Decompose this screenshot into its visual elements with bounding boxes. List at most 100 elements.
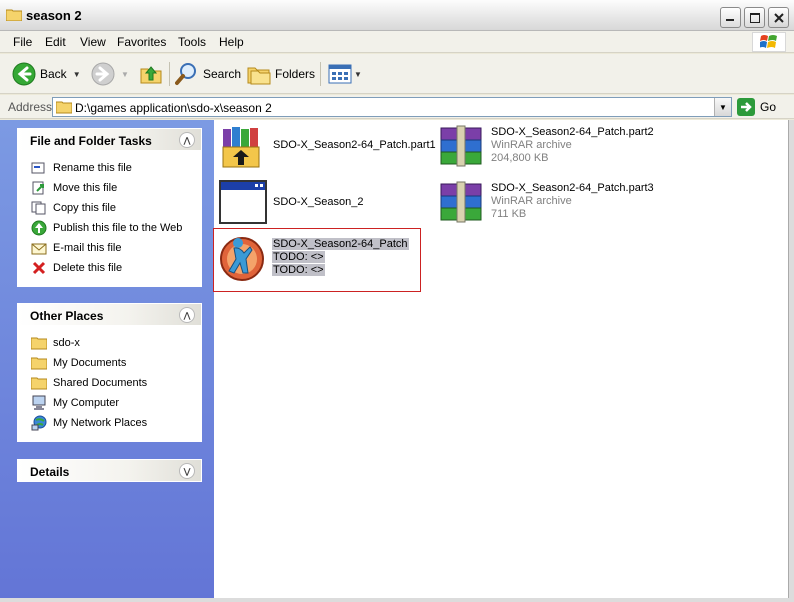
expand-icon[interactable]: ⋁	[179, 463, 195, 479]
menu-favorites[interactable]: Favorites	[117, 35, 166, 49]
details-header[interactable]: Details ⋁	[17, 459, 202, 482]
views-icon	[328, 64, 352, 84]
task-label: Publish this file to the Web	[53, 222, 183, 234]
file-size: 204,800 KB	[491, 152, 549, 164]
up-folder-button[interactable]	[140, 61, 162, 87]
winrar-icon	[440, 125, 482, 167]
menu-tools[interactable]: Tools	[178, 35, 206, 49]
panel-title: Other Places	[30, 309, 104, 323]
file-item[interactable]: SDO-X_Season2-64_Patch.part2 WinRAR arch…	[437, 124, 654, 172]
chevron-down-icon: ▼	[719, 102, 727, 112]
minimize-button[interactable]	[720, 7, 741, 28]
task-label: Copy this file	[53, 202, 116, 214]
views-dropdown-icon[interactable]: ▼	[354, 70, 362, 79]
search-icon	[175, 63, 196, 85]
title-bar: season 2	[0, 0, 794, 31]
windows-logo-icon	[752, 32, 786, 52]
places-list: sdo-x My Documents Shared Documents My C…	[17, 326, 202, 442]
place-sdo-x[interactable]: sdo-x	[30, 333, 201, 353]
folder-icon	[30, 335, 48, 351]
file-item-selected[interactable]: SDO-X_Season2-64_Patch TODO: <> TODO: <>	[218, 233, 409, 281]
place-my-computer[interactable]: My Computer	[30, 393, 201, 413]
tasks-list: Rename this file Move this file Copy thi…	[17, 151, 202, 287]
place-my-documents[interactable]: My Documents	[30, 353, 201, 373]
menu-view[interactable]: View	[80, 35, 106, 49]
place-label: sdo-x	[53, 337, 80, 349]
other-places-header[interactable]: Other Places ⋀	[17, 303, 202, 326]
place-shared-documents[interactable]: Shared Documents	[30, 373, 201, 393]
winrar-icon	[440, 181, 482, 223]
folder-icon	[56, 101, 72, 114]
file-description: TODO: <>	[272, 251, 325, 263]
back-button[interactable]: Back ▼	[12, 61, 81, 87]
place-label: Shared Documents	[53, 377, 148, 389]
file-type: WinRAR archive	[491, 195, 572, 207]
email-icon	[30, 240, 48, 256]
go-button[interactable]: Go	[737, 98, 776, 116]
up-folder-icon	[140, 66, 162, 84]
details-panel: Details ⋁	[17, 459, 202, 482]
task-label: Delete this file	[53, 262, 123, 274]
address-input[interactable]: D:\games application\sdo-x\season 2 ▼	[52, 97, 732, 117]
back-label: Back	[40, 67, 67, 81]
task-move[interactable]: Move this file	[30, 178, 201, 198]
menu-help[interactable]: Help	[219, 35, 244, 49]
menu-edit[interactable]: Edit	[45, 35, 66, 49]
toolbar: Back ▼ ▼ Search Folders ▼	[0, 54, 794, 94]
forward-dropdown-icon[interactable]: ▼	[121, 70, 129, 79]
maximize-icon	[749, 12, 760, 23]
address-dropdown-button[interactable]: ▼	[714, 98, 731, 116]
toolbar-separator	[169, 62, 170, 86]
file-name: SDO-X_Season2-64_Patch.part1	[273, 139, 436, 151]
file-folder-tasks-header[interactable]: File and Folder Tasks ⋀	[17, 128, 202, 151]
search-button[interactable]: Search	[175, 61, 241, 87]
window-bottom-border	[0, 598, 794, 602]
delete-icon	[30, 260, 48, 276]
forward-button[interactable]: ▼	[91, 61, 129, 87]
views-button[interactable]: ▼	[328, 61, 362, 87]
task-publish[interactable]: Publish this file to the Web	[30, 218, 201, 238]
close-button[interactable]	[768, 7, 789, 28]
publish-icon	[30, 220, 48, 236]
task-label: Rename this file	[53, 162, 132, 174]
maximize-button[interactable]	[744, 7, 765, 28]
installer-icon	[222, 127, 260, 168]
file-item[interactable]: SDO-X_Season2-64_Patch.part3 WinRAR arch…	[437, 180, 654, 228]
file-name: SDO-X_Season_2	[273, 196, 364, 208]
place-my-network-places[interactable]: My Network Places	[30, 413, 201, 433]
minimize-icon	[726, 19, 734, 21]
window-app-icon	[219, 180, 267, 224]
close-icon	[773, 12, 784, 23]
menu-bar: File Edit View Favorites Tools Help	[0, 31, 794, 53]
folder-icon	[30, 375, 48, 391]
computer-icon	[30, 395, 48, 411]
move-icon	[30, 180, 48, 196]
collapse-icon[interactable]: ⋀	[179, 132, 195, 148]
folders-label: Folders	[275, 67, 316, 81]
go-arrow-icon	[737, 98, 755, 116]
place-label: My Network Places	[53, 417, 148, 429]
file-type: WinRAR archive	[491, 139, 572, 151]
task-delete[interactable]: Delete this file	[30, 258, 201, 278]
file-size: 711 KB	[491, 208, 527, 220]
task-rename[interactable]: Rename this file	[30, 158, 201, 178]
back-dropdown-icon[interactable]: ▼	[73, 70, 81, 79]
forward-arrow-icon	[91, 62, 115, 86]
folder-icon	[30, 355, 48, 371]
place-label: My Computer	[53, 397, 120, 409]
task-email[interactable]: E-mail this file	[30, 238, 201, 258]
other-places-panel: Other Places ⋀ sdo-x My Documents Shared…	[17, 303, 202, 442]
copy-icon	[30, 200, 48, 216]
folders-button[interactable]: Folders	[247, 61, 315, 87]
file-item[interactable]: SDO-X_Season2-64_Patch.part1	[219, 123, 436, 171]
go-label: Go	[760, 100, 777, 114]
toolbar-separator	[320, 62, 321, 86]
task-copy[interactable]: Copy this file	[30, 198, 201, 218]
task-label: E-mail this file	[53, 242, 122, 254]
place-label: My Documents	[53, 357, 127, 369]
collapse-icon[interactable]: ⋀	[179, 307, 195, 323]
file-item[interactable]: SDO-X_Season_2	[219, 178, 364, 226]
address-bar: Address D:\games application\sdo-x\seaso…	[0, 95, 794, 119]
address-label: Address	[8, 100, 53, 114]
menu-file[interactable]: File	[13, 35, 32, 49]
